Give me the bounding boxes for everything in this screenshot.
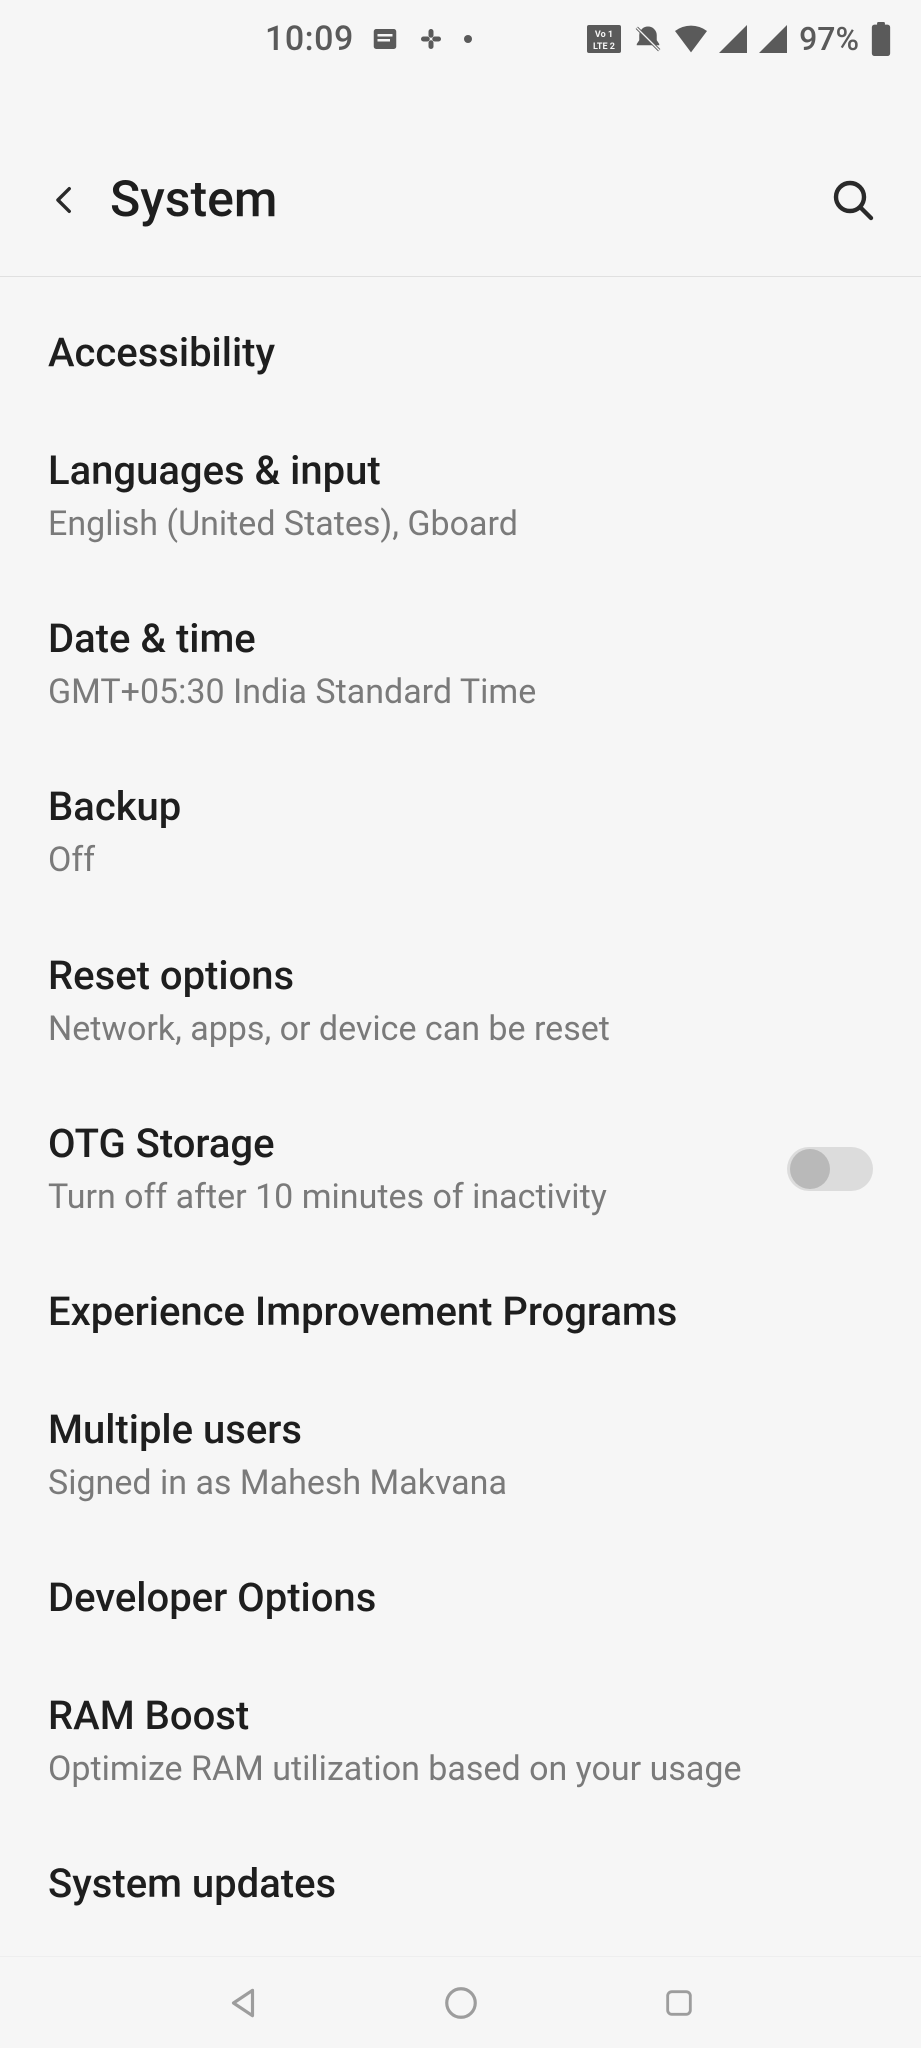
status-time: 10:09 [265,19,354,59]
item-date-time[interactable]: Date & time GMT+05:30 India Standard Tim… [0,580,921,748]
item-title: Backup [48,782,873,832]
battery-icon [871,22,891,56]
status-right: Vo 1 LTE 2 97% [587,20,891,58]
navigation-bar [0,1956,921,2048]
header: System [0,130,921,270]
item-subtitle: Signed in as Mahesh Makvana [48,1461,873,1505]
item-accessibility[interactable]: Accessibility [0,294,921,412]
item-title: Developer Options [48,1573,873,1623]
item-title: OTG Storage [48,1119,767,1169]
item-subtitle: Off [48,838,873,882]
volte-icon: Vo 1 LTE 2 [587,25,621,53]
svg-text:Vo 1: Vo 1 [595,30,613,40]
toggle-knob [790,1149,830,1189]
item-title: System updates [48,1859,873,1909]
nav-recents-icon [662,1986,696,2020]
search-button[interactable] [825,172,881,228]
item-reset-options[interactable]: Reset options Network, apps, or device c… [0,917,921,1085]
item-languages-input[interactable]: Languages & input English (United States… [0,412,921,580]
item-title: Reset options [48,951,873,1001]
nav-back-icon [224,1984,262,2022]
item-title: Languages & input [48,446,873,496]
settings-list: Accessibility Languages & input English … [0,294,921,1909]
item-subtitle: Optimize RAM utilization based on your u… [48,1747,873,1791]
item-title: Multiple users [48,1405,873,1455]
dnd-icon [633,24,663,54]
item-subtitle: GMT+05:30 India Standard Time [48,670,873,714]
signal-2-icon [759,25,787,53]
item-subtitle: Turn off after 10 minutes of inactivity [48,1175,767,1219]
otg-storage-toggle[interactable] [787,1147,873,1191]
item-ram-boost[interactable]: RAM Boost Optimize RAM utilization based… [0,1657,921,1825]
item-title: RAM Boost [48,1691,873,1741]
battery-percentage: 97% [799,20,859,58]
item-multiple-users[interactable]: Multiple users Signed in as Mahesh Makva… [0,1371,921,1539]
search-icon [829,176,877,224]
item-subtitle: Network, apps, or device can be reset [48,1007,873,1051]
item-subtitle: English (United States), Gboard [48,502,873,546]
messages-icon [370,24,400,54]
nav-back-button[interactable] [219,1979,267,2027]
item-experience-improvement[interactable]: Experience Improvement Programs [0,1253,921,1371]
signal-1-icon [719,25,747,53]
nav-home-button[interactable] [437,1979,485,2027]
more-notifications-dot-icon [462,33,474,45]
nav-recents-button[interactable] [655,1979,703,2027]
item-title: Date & time [48,614,873,664]
chevron-left-icon [48,180,82,220]
item-title: Accessibility [48,328,873,378]
svg-text:LTE 2: LTE 2 [593,42,615,52]
header-divider [0,276,921,277]
settings-scroll[interactable]: Accessibility Languages & input English … [0,278,921,1956]
status-bar: 10:09 Vo 1 LTE 2 97% [0,0,921,78]
item-developer-options[interactable]: Developer Options [0,1539,921,1657]
item-otg-storage[interactable]: OTG Storage Turn off after 10 minutes of… [0,1085,921,1253]
item-backup[interactable]: Backup Off [0,748,921,916]
status-left: 10:09 [265,19,474,59]
item-title: Experience Improvement Programs [48,1287,873,1337]
back-button[interactable] [42,177,88,223]
nav-home-icon [442,1984,480,2022]
wifi-icon [675,25,707,53]
slack-icon [416,24,446,54]
item-system-updates[interactable]: System updates [0,1825,921,1909]
page-title: System [110,171,825,229]
